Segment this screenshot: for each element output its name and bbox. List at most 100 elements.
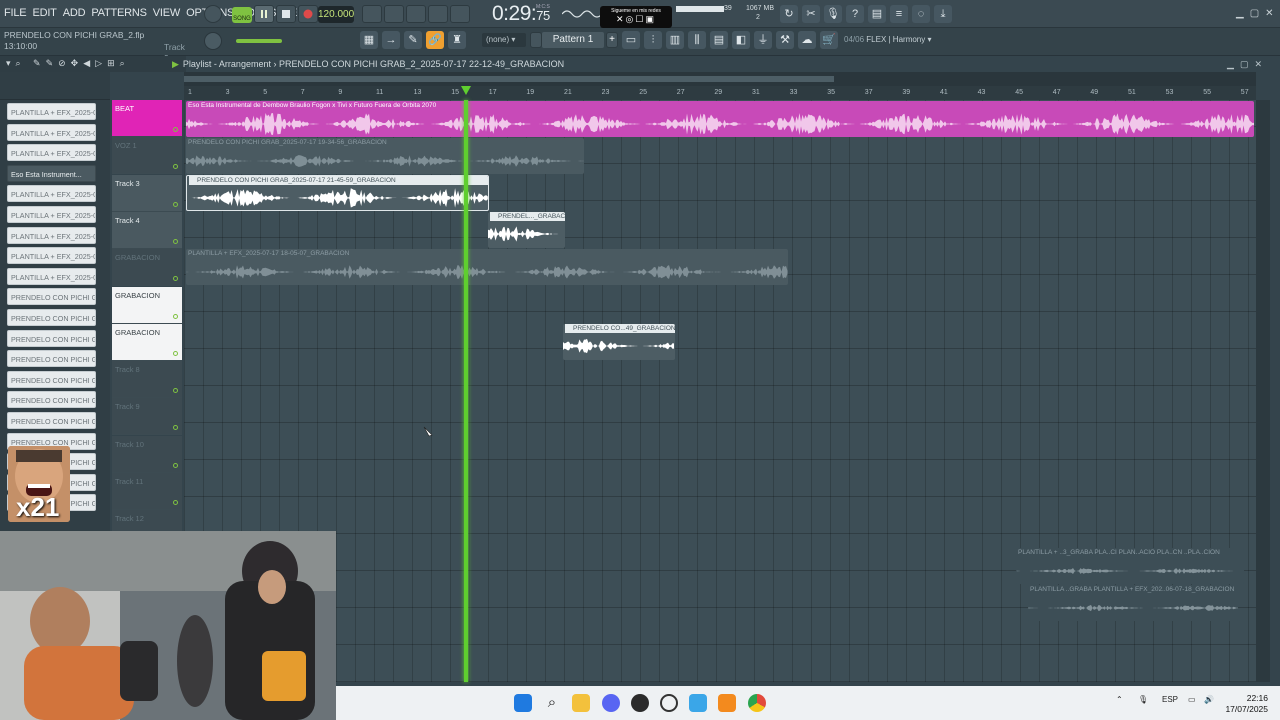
browser-item[interactable]: PRENDELO CON PICHI GRA... xyxy=(7,370,96,388)
download-icon[interactable]: ⤓ xyxy=(934,5,952,23)
system-clock[interactable]: 22:16 17/07/2025 xyxy=(1225,693,1268,715)
obs-icon[interactable] xyxy=(660,694,678,712)
browser-item[interactable]: PLANTILLA + EFX_2025-0... xyxy=(7,123,96,141)
track-header[interactable]: Track 10 xyxy=(112,435,182,473)
track-header[interactable]: GRABACION xyxy=(112,323,182,361)
arrow-right-icon[interactable]: → xyxy=(382,31,400,49)
add-pattern-button[interactable]: + xyxy=(606,32,618,48)
network-icon[interactable]: ▭ xyxy=(1188,695,1196,704)
browser-item[interactable]: PRENDELO CON PICHI GRA... xyxy=(7,288,96,306)
microphone-icon[interactable]: 🎙 xyxy=(824,5,842,23)
pattern-prev-button[interactable] xyxy=(530,32,542,48)
browser-item[interactable]: PRENDELO CON PICHI GRA... xyxy=(7,309,96,326)
link-icon[interactable]: 🔗 xyxy=(426,31,444,49)
language-indicator[interactable]: ESP xyxy=(1162,695,1178,704)
menu-patterns[interactable]: PATTERNS xyxy=(91,7,147,19)
track-header[interactable]: Track 3 xyxy=(112,174,182,212)
browser-icon[interactable]: ▤ xyxy=(710,31,728,49)
tempo-display[interactable]: 120.000 xyxy=(318,6,354,23)
save-icon[interactable]: ▤ xyxy=(868,5,886,23)
master-pitch-slider[interactable] xyxy=(236,39,282,43)
fl-studio-icon[interactable] xyxy=(718,694,736,712)
timeline-ruler[interactable]: 1 3 5 7 9 11 13 15 17 19 21 23 25 27 29 31 33 35 37 39 41 43 4… xyxy=(184,86,1256,100)
track-mute-indicator[interactable] xyxy=(173,201,178,207)
clip-grabacion5[interactable]: PLANTILLA + EFX_2025-07-17 18-05-07_GRAB… xyxy=(186,249,788,285)
track-header[interactable]: Track 4 xyxy=(112,211,182,249)
track-mute-indicator[interactable] xyxy=(173,238,178,244)
mixer-window-icon[interactable]: ⫼ xyxy=(688,31,706,49)
clip-beat[interactable]: Eso Esta Instrumental de Dembow Braulio … xyxy=(186,101,1254,137)
clip-voz1[interactable]: PRENDELO CON PICHI GRAB_2025-07-17 19-34… xyxy=(186,138,584,174)
browser-item[interactable]: PLANTILLA + EFX_2025-0... xyxy=(7,103,96,120)
track-mute-indicator[interactable] xyxy=(173,127,178,132)
browser-item[interactable]: PLANTILLA + EFX_2025-0... xyxy=(7,226,96,244)
clip-track3[interactable]: PRENDELO CON PICHI GRAB_2025-07-17 21-45… xyxy=(186,175,489,211)
metronome-button[interactable] xyxy=(362,5,382,23)
browser-item[interactable]: PRENDELO CON PICHI GRA... xyxy=(7,329,96,347)
loop-record-button[interactable] xyxy=(450,5,470,23)
master-volume-knob[interactable] xyxy=(204,5,222,23)
browser-item[interactable]: PLANTILLA + EFX_2025-0... xyxy=(7,247,96,265)
blend-notes-button[interactable] xyxy=(428,5,448,23)
track-header[interactable]: Track 9 xyxy=(112,398,182,436)
pause-button[interactable] xyxy=(254,5,274,23)
track-mute-indicator[interactable] xyxy=(173,313,178,319)
discord-icon[interactable] xyxy=(602,694,620,712)
browser-item[interactable]: PRENDELO CON PICHI GRA... xyxy=(7,350,96,368)
track-header[interactable]: Track 11 xyxy=(112,473,182,510)
playlist-overview[interactable] xyxy=(184,72,1256,86)
track-mute-indicator[interactable] xyxy=(173,350,178,356)
play-icon[interactable]: ▶ xyxy=(172,59,179,69)
track-header[interactable]: GRABACION xyxy=(112,249,182,287)
volume-icon[interactable]: 🔊 xyxy=(1204,695,1214,704)
browser-item[interactable]: PLANTILLA + EFX_2025-0... xyxy=(7,206,96,223)
microphone-tray-icon[interactable]: 🎙 xyxy=(1138,695,1148,704)
browser-item[interactable]: PRENDELO CON PICHI GRA... xyxy=(7,412,96,429)
start-menu-icon[interactable] xyxy=(514,694,532,712)
stop-button[interactable] xyxy=(276,5,296,23)
cart-icon[interactable]: 🛒 xyxy=(820,31,838,49)
stamp-icon[interactable]: ♜ xyxy=(448,31,466,49)
clip-track4[interactable]: PRENDEL..._GRABACION xyxy=(488,212,565,248)
chrome-icon[interactable] xyxy=(748,694,766,712)
browser-item[interactable]: PRENDELO CON PICHI GRA... xyxy=(7,391,96,409)
browser-item[interactable]: PLANTILLA + EFX_2025-0... xyxy=(7,185,96,203)
browser-item[interactable]: PLANTILLA + EFX_2025-0... xyxy=(7,267,96,285)
track-mute-indicator[interactable] xyxy=(173,276,178,282)
pattern-selector[interactable]: Pattern 1 xyxy=(542,32,604,48)
menu-edit[interactable]: EDIT xyxy=(32,7,56,19)
clip-grabacion7[interactable]: PRENDELO CO...49_GRABACION xyxy=(563,324,675,360)
browser-item[interactable]: PLANTILLA + EFX_2025-0... xyxy=(7,144,96,162)
menu-view[interactable]: VIEW xyxy=(153,7,181,19)
app-icon[interactable] xyxy=(631,694,649,712)
track-mute-indicator[interactable] xyxy=(173,500,178,505)
cloud-icon[interactable]: ☁ xyxy=(798,31,816,49)
browser-item[interactable]: Eso Esta Instrument... xyxy=(7,164,96,182)
playlist-icon[interactable]: ▭ xyxy=(622,31,640,49)
clip-plantilla-b[interactable]: PLANTILLA ..GRABA PLANTILLA + EFX_202..0… xyxy=(1028,585,1238,621)
menu-add[interactable]: ADD xyxy=(63,7,86,19)
undo-history-icon[interactable]: ↻ xyxy=(780,5,798,23)
track-mute-indicator[interactable] xyxy=(173,462,178,468)
chat-icon[interactable]: ◌ xyxy=(912,5,930,23)
track-header[interactable]: VOZ 1 xyxy=(112,137,182,175)
search-icon[interactable]: ⌕ xyxy=(543,694,561,712)
cut-icon[interactable]: ✂ xyxy=(802,5,820,23)
record-button[interactable] xyxy=(298,5,318,23)
snap-select[interactable]: (none) ▾ xyxy=(482,33,526,47)
window-controls[interactable]: ▁▢✕ xyxy=(1236,8,1280,19)
mixer-icon[interactable]: ≡ xyxy=(890,5,908,23)
song-mode-toggle[interactable]: SONG xyxy=(232,7,252,23)
track-header[interactable]: Track 8 xyxy=(112,361,182,399)
track-mute-indicator[interactable] xyxy=(173,164,178,170)
track-header[interactable]: BEAT xyxy=(112,100,182,137)
playlist-window-controls[interactable]: ▁▢✕ xyxy=(1227,57,1268,71)
harmony-selector[interactable]: 04/06 FLEX | Harmony ▾ xyxy=(844,33,952,47)
vertical-scrollbar[interactable] xyxy=(1256,100,1270,682)
piano-icon[interactable]: ▥ xyxy=(666,31,684,49)
countdown-button[interactable] xyxy=(406,5,426,23)
track-header[interactable]: GRABACION xyxy=(112,286,182,324)
browser-tool-icons[interactable]: ▾⌕ ✎✎⊘✥◀▷⊞⌕ xyxy=(6,58,130,69)
tool-icon[interactable]: ⚒ xyxy=(776,31,794,49)
track-mute-indicator[interactable] xyxy=(173,425,178,431)
